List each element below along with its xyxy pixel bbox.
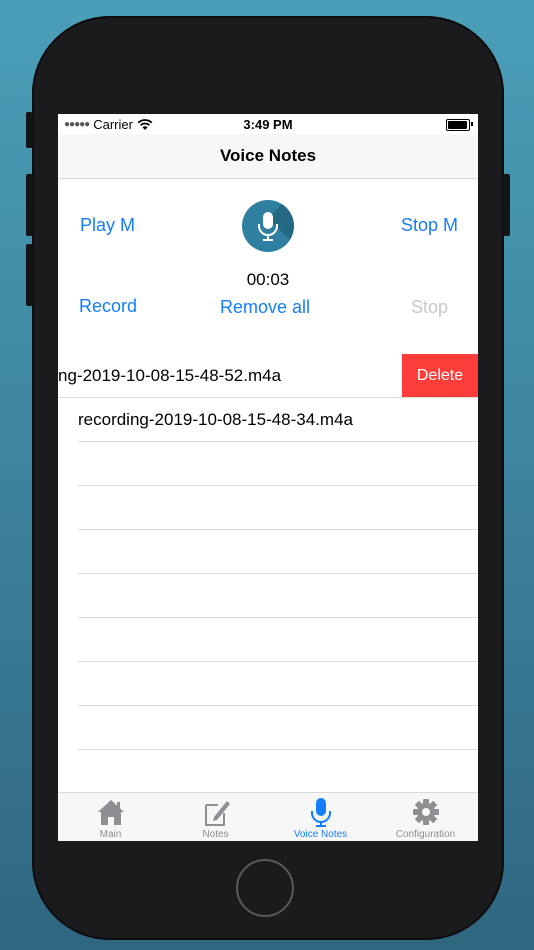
recording-timer: 00:03 (246, 270, 290, 289)
status-time: 3:49 PM (243, 117, 293, 132)
microphone-icon (310, 798, 331, 827)
recording-name: recording-2019-10-08-15-48-34.m4a (78, 410, 353, 429)
empty-row (78, 442, 478, 486)
power-button (503, 174, 510, 236)
home-button[interactable] (236, 859, 294, 917)
empty-row (78, 618, 478, 662)
tab-notes[interactable]: Notes (163, 793, 268, 841)
house-icon (97, 800, 124, 825)
record-button[interactable]: Record (79, 296, 137, 317)
stop-m-button[interactable]: Stop M (401, 215, 458, 236)
empty-row (78, 486, 478, 530)
battery-icon (446, 119, 470, 131)
stop-button[interactable]: Stop (411, 297, 448, 318)
navigation-bar: Voice Notes (58, 134, 478, 179)
tab-label: Main (99, 829, 122, 840)
empty-row (78, 750, 478, 793)
play-m-button[interactable]: Play M (80, 215, 135, 236)
battery-tip (471, 122, 473, 126)
tab-label: Voice Notes (293, 829, 348, 840)
remove-all-button[interactable]: Remove all (220, 297, 310, 318)
tab-bar: Main Notes Voice Notes Configuration (58, 792, 478, 841)
empty-row (78, 530, 478, 574)
tab-label: Notes (202, 829, 229, 840)
tab-configuration[interactable]: Configuration (373, 793, 478, 841)
volume-up-button (26, 174, 33, 236)
delete-button[interactable]: Delete (402, 354, 478, 397)
edit-note-icon (204, 801, 230, 826)
tab-voice-notes[interactable]: Voice Notes (268, 793, 373, 841)
recordings-list: ng-2019-10-08-15-48-52.m4a Delete record… (58, 354, 478, 793)
app-screen: ●●●●● Carrier 3:49 PM Voice Notes Play M… (58, 114, 478, 841)
microphone-icon (258, 212, 278, 241)
mute-switch (26, 112, 33, 148)
empty-row (78, 662, 478, 706)
gear-icon (412, 799, 439, 825)
tab-label: Configuration (395, 829, 456, 840)
recording-name: ng-2019-10-08-15-48-52.m4a (58, 366, 282, 385)
empty-row (78, 574, 478, 618)
list-item[interactable]: ng-2019-10-08-15-48-52.m4a Delete (58, 354, 478, 398)
empty-row (78, 706, 478, 750)
page-title: Voice Notes (219, 146, 317, 165)
list-item[interactable]: recording-2019-10-08-15-48-34.m4a (78, 398, 478, 442)
volume-down-button (26, 244, 33, 306)
record-mic-button[interactable] (242, 200, 294, 252)
tab-main[interactable]: Main (58, 793, 163, 841)
status-bar: ●●●●● Carrier 3:49 PM (58, 114, 478, 134)
